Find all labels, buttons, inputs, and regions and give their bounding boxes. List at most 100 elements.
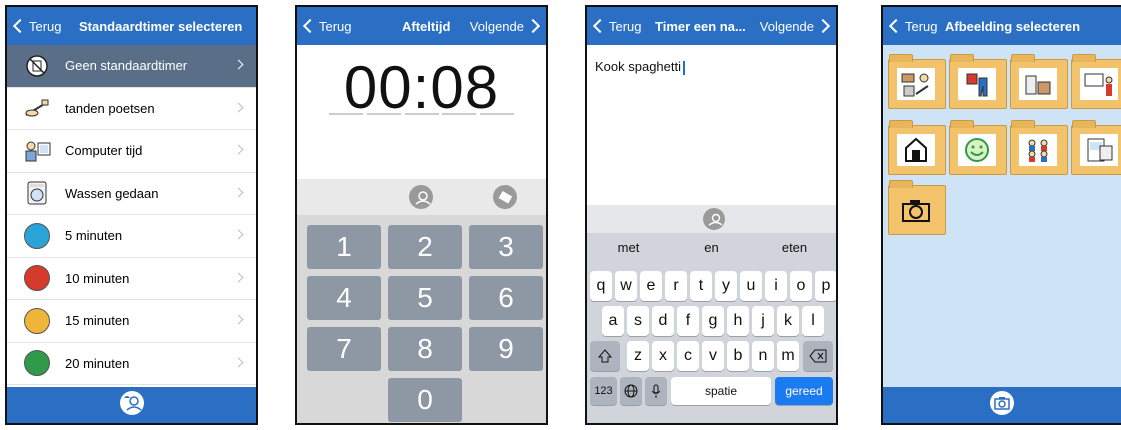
key-b[interactable]: b [727,341,749,371]
back-button[interactable]: Terug [302,7,352,45]
list-item-label: Geen standaardtimer [65,58,188,74]
folder-food-care[interactable] [888,54,946,109]
key-o[interactable]: o [790,271,812,301]
next-label: Volgende [469,18,524,34]
key-2[interactable]: 2 [388,225,462,269]
folder-home[interactable] [888,120,946,175]
key-w[interactable]: w [615,271,637,301]
key-y[interactable]: y [715,271,737,301]
house-icon [897,134,935,166]
key-h[interactable]: h [727,306,749,336]
key-t[interactable]: t [690,271,712,301]
key-d[interactable]: d [652,306,674,336]
back-label: Terug [319,18,352,34]
key-5[interactable]: 5 [388,276,462,320]
timer-list: Geen standaardtimer tanden poetsen Compu… [7,45,256,385]
camera-button[interactable] [989,390,1015,421]
key-q[interactable]: q [590,271,612,301]
key-e[interactable]: e [640,271,662,301]
folder-emotions[interactable] [949,120,1007,175]
list-item-20-minuten[interactable]: 20 minuten [7,342,256,385]
back-button[interactable]: Terug [888,7,938,45]
list-item-wassen-gedaan[interactable]: Wassen gedaan [7,172,256,215]
back-label: Terug [609,18,642,34]
key-0[interactable]: 0 [388,378,462,422]
camera-icon [897,194,935,226]
key-3[interactable]: 3 [469,225,543,269]
back-label: Terug [29,18,62,34]
list-item-label: 10 minuten [65,270,130,286]
key-1[interactable]: 1 [307,225,381,269]
key-4[interactable]: 4 [307,276,381,320]
folder-camera[interactable] [888,180,946,235]
microphone-icon[interactable] [645,377,667,405]
key-i[interactable]: i [765,271,787,301]
key-n[interactable]: n [752,341,774,371]
key-7[interactable]: 7 [307,327,381,371]
nav-bar: Terug Standaardtimer selecteren [7,7,256,45]
numbers-key[interactable]: 123 [590,377,617,405]
smiley-icon [958,134,996,166]
done-key[interactable]: gereed [775,377,833,405]
folder-school[interactable] [1071,54,1121,109]
next-button[interactable]: Volgende [759,7,831,45]
page-title: Standaardtimer selecteren [79,18,243,34]
key-g[interactable]: g [702,306,724,336]
list-item-15-minuten[interactable]: 15 minuten [7,300,256,343]
folder-devices[interactable] [1071,120,1121,175]
text-caret [683,60,685,75]
list-item-computer-tijd[interactable]: Computer tijd [7,130,256,173]
key-c[interactable]: c [677,341,699,371]
next-button[interactable]: Volgende [469,7,541,45]
next-label: Volgende [759,18,814,34]
nav-bar: Terug Afbeelding selecteren [883,7,1121,45]
key-a[interactable]: a [602,306,624,336]
key-u[interactable]: u [740,271,762,301]
key-s[interactable]: s [627,306,649,336]
image-folder-grid [883,45,1121,387]
page-title: Timer een na... [655,18,746,34]
key-9[interactable]: 9 [469,327,543,371]
suggestion-3[interactable]: eten [753,233,836,263]
key-j[interactable]: j [752,306,774,336]
list-item-5-minuten[interactable]: 5 minuten [7,215,256,258]
keyboard-accessory-bar [587,205,836,233]
speak-person-icon[interactable] [409,185,433,209]
key-z[interactable]: z [627,341,649,371]
suggestion-1[interactable]: met [587,233,670,263]
list-item-label: 15 minuten [65,313,130,329]
space-key[interactable]: spatie [671,377,771,405]
key-f[interactable]: f [677,306,699,336]
chevron-left-icon [888,18,904,34]
key-l[interactable]: l [802,306,824,336]
list-item-geen-standaardtimer[interactable]: Geen standaardtimer [7,45,256,88]
folder-people[interactable] [1010,120,1068,175]
speak-person-icon[interactable] [119,390,145,421]
countdown-display[interactable]: 00:08 [297,53,546,122]
key-p[interactable]: p [815,271,836,301]
key-v[interactable]: v [702,341,724,371]
folder-kitchen[interactable] [1010,54,1068,109]
chevron-left-icon [592,18,608,34]
timer-name-input[interactable]: Kook spaghetti [587,45,836,205]
folder-clothing[interactable] [949,54,1007,109]
key-k[interactable]: k [777,306,799,336]
key-r[interactable]: r [665,271,687,301]
list-item-10-minuten[interactable]: 10 minuten [7,257,256,300]
page-title: Afbeelding selecteren [945,18,1081,34]
tag-icon[interactable] [493,185,517,209]
key-m[interactable]: m [777,341,799,371]
back-button[interactable]: Terug [592,7,642,45]
shift-icon[interactable] [590,341,620,371]
list-item-tanden-poetsen[interactable]: tanden poetsen [7,87,256,130]
back-button[interactable]: Terug [12,7,62,45]
key-6[interactable]: 6 [469,276,543,320]
globe-icon[interactable] [620,377,642,405]
key-x[interactable]: x [652,341,674,371]
speak-person-icon[interactable] [703,208,725,230]
keyboard: met en eten 123 spatie gereed qwertyuiop… [587,205,836,423]
backspace-icon[interactable] [803,341,833,371]
key-8[interactable]: 8 [388,327,462,371]
list-item-label: Wassen gedaan [65,185,159,201]
suggestion-2[interactable]: en [670,233,753,263]
